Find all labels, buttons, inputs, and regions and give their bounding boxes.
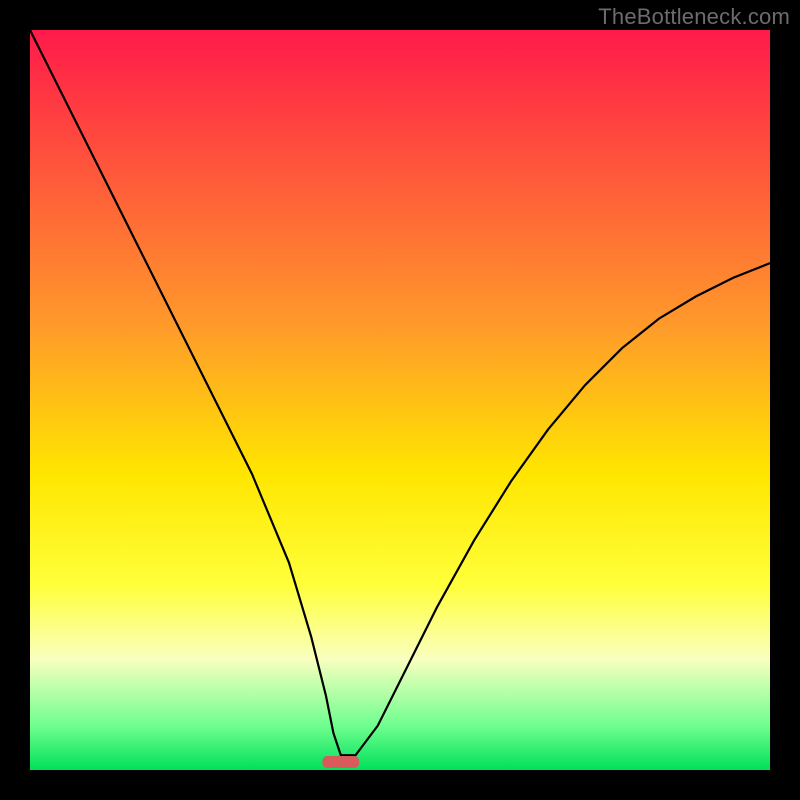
bottleneck-chart — [0, 0, 800, 800]
plot-background — [30, 30, 770, 770]
chart-frame: TheBottleneck.com — [0, 0, 800, 800]
optimal-range-pill — [322, 756, 359, 768]
